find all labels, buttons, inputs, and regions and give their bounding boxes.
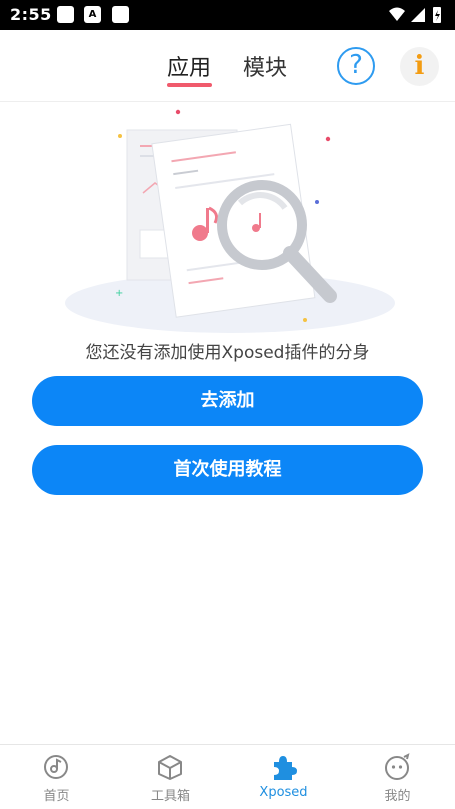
puzzle-icon (274, 756, 297, 780)
question-circle-icon[interactable]: ? (337, 47, 375, 85)
top-header: 应用 模块 ? i (0, 30, 455, 102)
nav-item-home[interactable]: 首页 (0, 745, 113, 809)
system-status-icons (389, 7, 441, 23)
status-bar: 2:55 A (0, 0, 455, 30)
info-icon[interactable]: i (400, 47, 439, 86)
notification-icon (57, 6, 74, 23)
tab-apps[interactable]: 应用 (167, 50, 211, 82)
tutorial-button[interactable]: 首次使用教程 (32, 445, 423, 495)
nav-item-xposed[interactable]: Xposed (227, 745, 340, 809)
app-notification-icon: A (84, 6, 101, 23)
home-disc-icon (44, 755, 68, 779)
wifi-icon (389, 7, 405, 21)
nav-label-home: 首页 (43, 789, 70, 804)
status-time: 2:55 (10, 5, 52, 24)
add-button[interactable]: 去添加 (32, 376, 423, 426)
notification-icon-2 (112, 6, 129, 23)
signal-icon (411, 8, 425, 22)
tab-modules[interactable]: 模块 (243, 50, 287, 82)
nav-label-mine: 我的 (384, 789, 411, 804)
smiley-face-icon (385, 753, 410, 780)
cube-icon (158, 755, 182, 780)
empty-state-message: 您还没有添加使用Xposed插件的分身 (85, 343, 370, 363)
nav-label-toolbox: 工具箱 (150, 789, 190, 804)
svg-text:+: + (115, 288, 123, 299)
active-tab-indicator (167, 83, 212, 87)
nav-item-mine[interactable]: 我的 (341, 745, 454, 809)
document-magnifier-illustration: + (65, 109, 395, 333)
nav-label-xposed: Xposed (259, 785, 308, 800)
bottom-nav: 首页 工具箱 Xposed 我的 (0, 744, 455, 808)
nav-item-toolbox[interactable]: 工具箱 (114, 745, 227, 809)
